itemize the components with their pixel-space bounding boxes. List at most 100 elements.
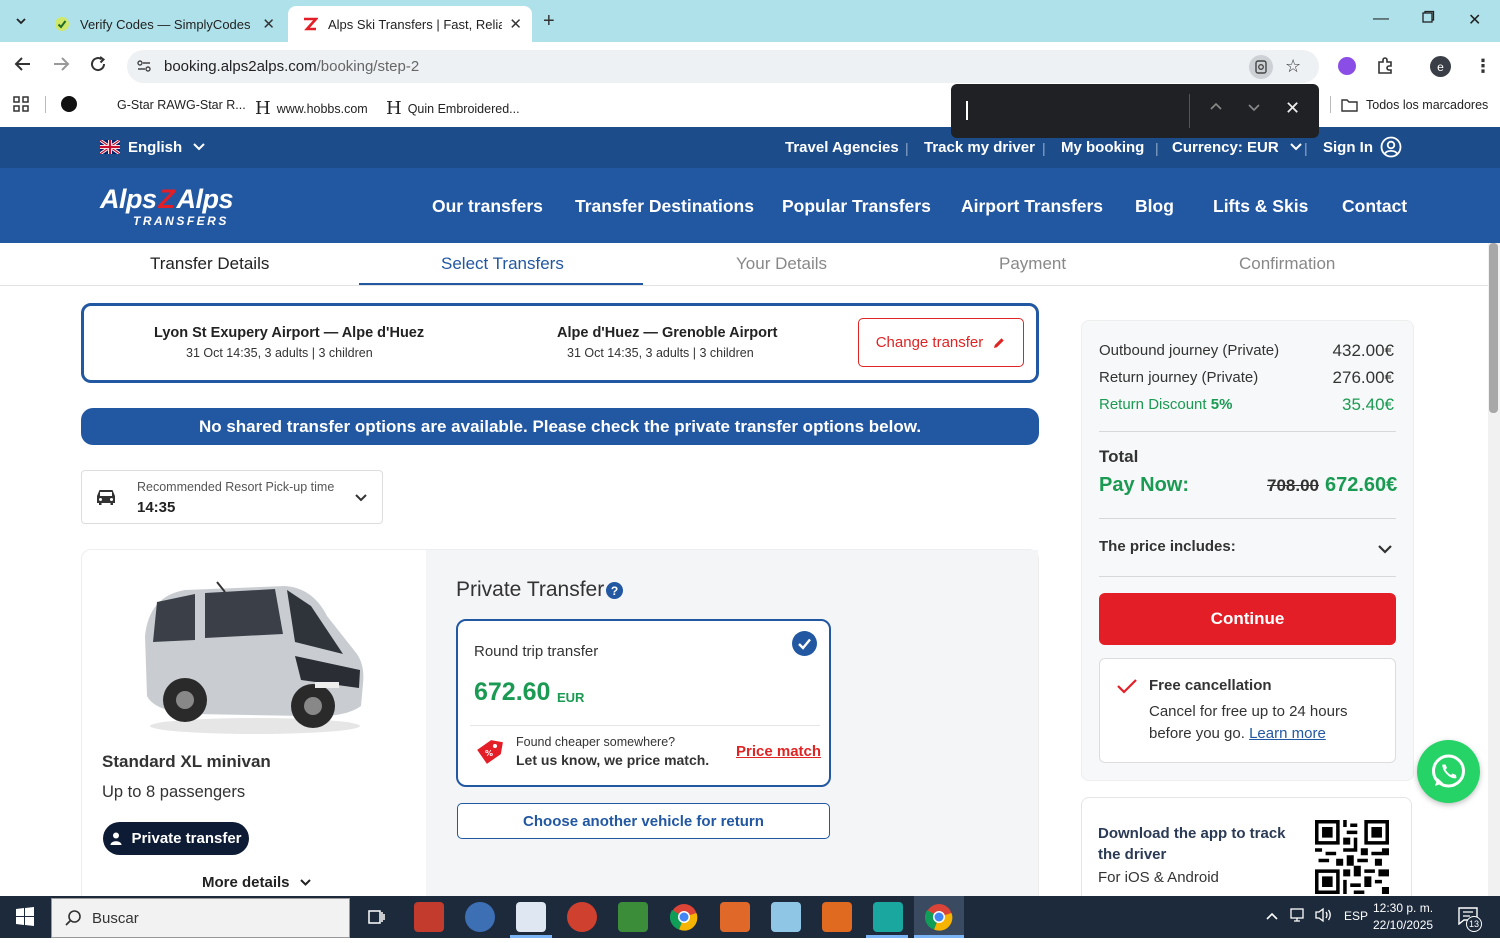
- return-details: 31 Oct 14:35, 3 adults | 3 children: [567, 346, 754, 360]
- new-tab-icon[interactable]: +: [543, 10, 555, 33]
- choose-another-vehicle-button[interactable]: Choose another vehicle for return: [457, 803, 830, 839]
- whatsapp-chat-button[interactable]: [1417, 740, 1480, 803]
- chrome-profile-icon[interactable]: [924, 903, 953, 936]
- app-icon-3[interactable]: [516, 902, 546, 932]
- price-match-link[interactable]: Price match: [736, 743, 821, 760]
- price-match-promise: Let us know, we price match.: [516, 752, 710, 768]
- tray-chevron-up-icon[interactable]: [1265, 908, 1279, 926]
- find-next-icon[interactable]: [1247, 100, 1261, 117]
- summary-divider: [1099, 518, 1396, 519]
- link-my-booking[interactable]: My booking: [1061, 139, 1144, 156]
- discount-value: 35.40€: [1342, 395, 1394, 414]
- nav-our-transfers[interactable]: Our transfers: [432, 196, 543, 217]
- link-travel-agencies[interactable]: Travel Agencies: [785, 139, 899, 156]
- lens-icon[interactable]: [1249, 55, 1273, 79]
- summary-divider: [1099, 576, 1396, 577]
- app-icon-8[interactable]: [822, 902, 852, 932]
- all-bookmarks[interactable]: Todos los marcadores: [1341, 98, 1488, 112]
- scrollbar-thumb[interactable]: [1489, 243, 1498, 413]
- qr-code-icon: [1315, 820, 1389, 894]
- maximize-icon[interactable]: [1421, 10, 1435, 29]
- info-icon[interactable]: ?: [606, 582, 623, 599]
- bookmark-star-icon[interactable]: ☆: [1285, 56, 1301, 77]
- bookmark-gstar[interactable]: G-Star RAWG-Star R...: [117, 98, 246, 112]
- extension-icon[interactable]: [1338, 57, 1356, 75]
- search-icon: [65, 910, 81, 926]
- price-tag-icon: %: [474, 737, 504, 772]
- link-track-driver[interactable]: Track my driver: [924, 139, 1035, 156]
- pickup-time-select[interactable]: Recommended Resort Pick-up time 14:35: [81, 470, 383, 524]
- taskbar-search[interactable]: Buscar: [51, 898, 350, 938]
- forward-icon[interactable]: [52, 55, 70, 79]
- site-info-icon[interactable]: [136, 58, 152, 79]
- find-in-page-bar: ✕: [951, 84, 1319, 138]
- minimize-icon[interactable]: ―: [1373, 10, 1389, 28]
- nav-transfer-destinations[interactable]: Transfer Destinations: [575, 196, 754, 217]
- app-icon-1[interactable]: [414, 902, 444, 932]
- globe-icon[interactable]: [61, 96, 77, 112]
- tab-title: Verify Codes — SimplyCodes: [80, 16, 251, 32]
- download-app-title: Download the app to track the driver: [1098, 825, 1286, 863]
- price-includes-toggle[interactable]: The price includes:: [1099, 538, 1236, 555]
- free-cancellation-text: Cancel for free up to 24 hours before yo…: [1149, 703, 1348, 742]
- learn-more-link[interactable]: Learn more: [1249, 725, 1326, 742]
- reload-icon[interactable]: [89, 55, 107, 79]
- sign-in-link[interactable]: Sign In: [1323, 139, 1373, 156]
- option-name: Round trip transfer: [474, 643, 599, 660]
- volume-icon[interactable]: [1314, 907, 1334, 928]
- app-icon-9[interactable]: [873, 902, 903, 932]
- nav-popular-transfers[interactable]: Popular Transfers: [782, 196, 931, 217]
- nav-airport-transfers[interactable]: Airport Transfers: [961, 196, 1103, 217]
- return-route: Alpe d'Huez — Grenoble Airport: [557, 325, 778, 341]
- step-payment: Payment: [999, 254, 1067, 273]
- chevron-down-icon[interactable]: [1377, 542, 1393, 560]
- more-details-toggle[interactable]: More details: [202, 874, 312, 891]
- notification-count-badge: 13: [1466, 916, 1482, 932]
- change-transfer-button[interactable]: Change transfer: [858, 318, 1024, 367]
- no-shared-banner: No shared transfer options are available…: [81, 408, 1039, 445]
- continue-button[interactable]: Continue: [1099, 593, 1396, 645]
- tab-alps2alps[interactable]: Alps Ski Transfers | Fast, Reliable ✕: [288, 6, 532, 42]
- apps-grid-icon[interactable]: [13, 96, 29, 117]
- extensions-puzzle-icon[interactable]: [1375, 56, 1395, 81]
- input-language[interactable]: ESP: [1344, 909, 1368, 923]
- bookmark-quin[interactable]: H Quin Embroidered...: [386, 98, 520, 119]
- return-label: Return journey (Private): [1099, 369, 1259, 386]
- tab-simplycodes[interactable]: Verify Codes — SimplyCodes ✕: [40, 6, 285, 42]
- chrome-icon[interactable]: [669, 903, 698, 936]
- nav-contact[interactable]: Contact: [1342, 196, 1407, 217]
- selected-check-icon[interactable]: [792, 631, 817, 656]
- find-previous-icon[interactable]: [1209, 100, 1223, 117]
- app-icon-2[interactable]: [465, 902, 495, 932]
- private-transfer-badge: Private transfer: [103, 822, 249, 855]
- step-select-transfers[interactable]: Select Transfers: [441, 254, 564, 274]
- nav-blog[interactable]: Blog: [1135, 196, 1174, 217]
- app-icon-7[interactable]: [771, 902, 801, 932]
- nav-lifts-skis[interactable]: Lifts & Skis: [1213, 196, 1308, 217]
- language-selector[interactable]: English: [128, 139, 206, 156]
- find-input[interactable]: [966, 101, 968, 120]
- user-account-icon[interactable]: [1380, 136, 1402, 163]
- close-tab-icon[interactable]: ✕: [262, 15, 275, 33]
- app-icon-6[interactable]: [720, 902, 750, 932]
- profile-avatar[interactable]: e: [1430, 56, 1451, 77]
- option-currency: EUR: [557, 690, 585, 705]
- price-match-question: Found cheaper somewhere?: [516, 735, 676, 749]
- close-tab-icon[interactable]: ✕: [509, 15, 522, 33]
- step-transfer-details[interactable]: Transfer Details: [150, 254, 269, 274]
- taskbar-clock[interactable]: 12:30 p. m. 22/10/2025: [1373, 900, 1433, 934]
- back-icon[interactable]: [14, 55, 32, 79]
- windows-start-icon[interactable]: [0, 896, 50, 938]
- app-icon-4[interactable]: [567, 902, 597, 932]
- close-window-icon[interactable]: ✕: [1468, 10, 1481, 30]
- alps2alps-logo[interactable]: AlpsZAlps TRANSFERS: [100, 184, 234, 228]
- app-icon-5[interactable]: [618, 902, 648, 932]
- bookmark-hobbs[interactable]: Hwww.hobbs.com: [255, 98, 368, 119]
- network-icon[interactable]: [1289, 907, 1307, 928]
- find-close-icon[interactable]: ✕: [1285, 98, 1300, 119]
- task-view-icon[interactable]: [366, 907, 386, 932]
- menu-kebab-icon[interactable]: ⋮: [1474, 56, 1492, 77]
- tab-search-button[interactable]: [10, 8, 32, 34]
- currency-selector[interactable]: Currency: EUR: [1172, 139, 1303, 156]
- find-divider: [1189, 94, 1190, 128]
